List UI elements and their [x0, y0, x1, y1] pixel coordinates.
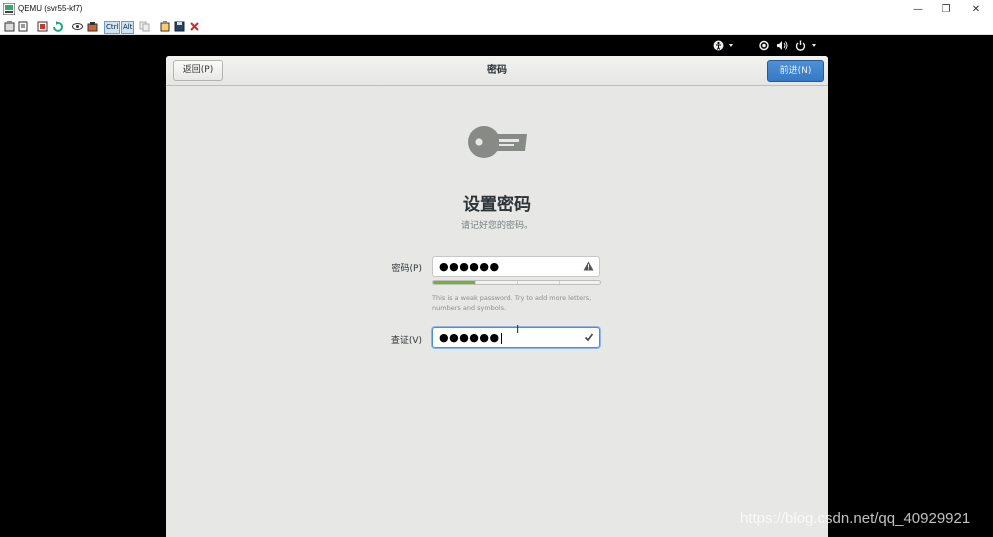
page-title: 密码	[487, 65, 507, 76]
password-hint: This is a weak password. Try to add more…	[432, 294, 592, 312]
capture-icon[interactable]	[87, 21, 98, 32]
volume-icon[interactable]	[776, 40, 788, 51]
window-title: QEMU (svr55-kf7)	[18, 4, 83, 13]
meter-segment	[559, 281, 560, 284]
next-button[interactable]: 前进(N)	[767, 60, 824, 82]
warning-icon	[583, 261, 594, 275]
password-strength-meter	[432, 280, 601, 285]
main-heading: 设置密码	[463, 195, 531, 215]
gnome-top-bar	[0, 35, 993, 56]
password-label: 密码(P)	[391, 264, 422, 274]
ctrl-key-button[interactable]: Ctrl	[104, 21, 121, 34]
qemu-app-icon	[3, 3, 15, 15]
paste-icon[interactable]	[160, 21, 171, 32]
accessibility-icon[interactable]	[713, 40, 735, 51]
network-icon[interactable]	[759, 40, 769, 51]
meter-segment	[475, 281, 476, 284]
installer-window: 返回(P) 密码 前进(N) 设置密码 请记好您的密码。 密码(P) ●●●●●…	[166, 56, 828, 537]
properties-icon[interactable]	[4, 21, 15, 32]
confirm-label: 查证(V)	[390, 336, 422, 346]
confirm-value: ●●●●●●	[439, 331, 502, 344]
strength-fill	[433, 281, 475, 284]
power-icon[interactable]	[795, 40, 819, 51]
view-icon[interactable]	[72, 21, 83, 32]
header-bar: 返回(P) 密码 前进(N)	[166, 56, 828, 86]
password-value: ●●●●●●	[439, 260, 500, 273]
alt-key-button[interactable]: Alt	[121, 21, 135, 34]
refresh-icon[interactable]	[52, 21, 63, 32]
ibeam-cursor-icon: I	[516, 323, 520, 336]
qemu-titlebar: QEMU (svr55-kf7) — ❐ ✕	[0, 0, 993, 19]
save-icon[interactable]	[174, 21, 185, 32]
disconnect-icon[interactable]	[189, 21, 200, 32]
minimize-button[interactable]: —	[903, 0, 933, 19]
key-icon	[468, 126, 527, 158]
password-field[interactable]: ●●●●●●	[432, 256, 600, 277]
text-caret	[500, 332, 502, 344]
copy-icon[interactable]	[139, 21, 150, 32]
qemu-toolbar: Ctrl Alt	[0, 19, 993, 35]
restore-button[interactable]: ❐	[931, 0, 961, 19]
document-icon[interactable]	[18, 21, 29, 32]
meter-segment	[517, 281, 518, 284]
watermark: https://blog.csdn.net/qq_40929921	[740, 510, 971, 527]
close-button[interactable]: ✕	[961, 0, 991, 19]
back-button[interactable]: 返回(P)	[173, 60, 223, 81]
fullscreen-icon[interactable]	[37, 21, 48, 32]
main-subheading: 请记好您的密码。	[460, 221, 533, 231]
checkmark-icon	[584, 332, 594, 346]
